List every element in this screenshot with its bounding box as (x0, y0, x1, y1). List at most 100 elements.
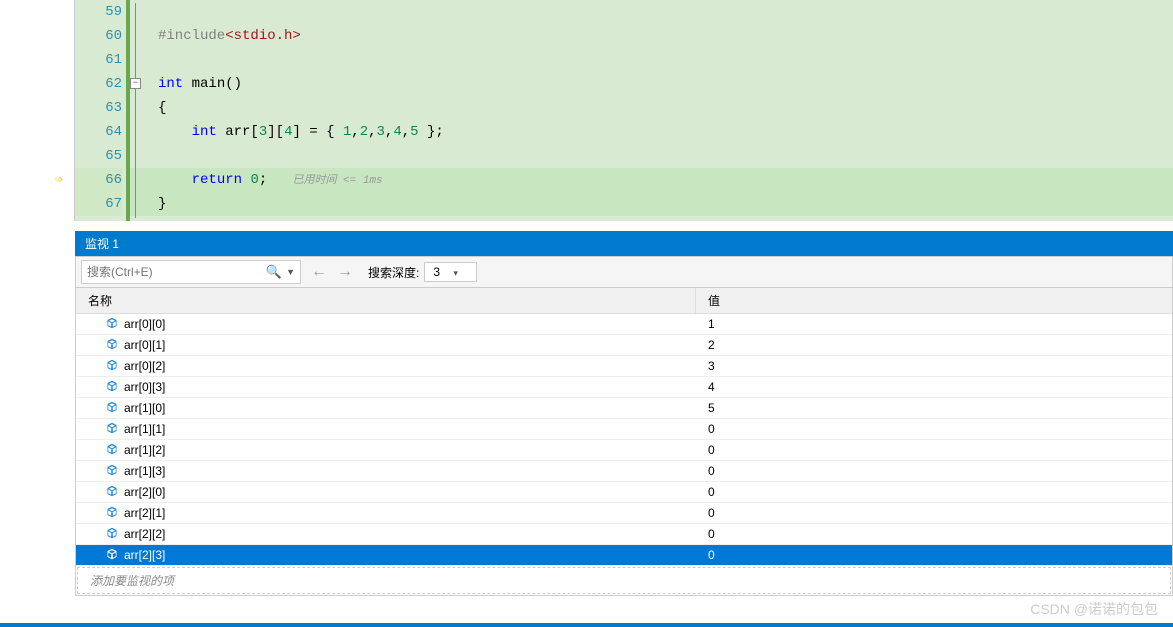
search-input[interactable] (87, 265, 266, 279)
table-row[interactable]: arr[2][2] 0 (76, 524, 1172, 545)
table-row[interactable]: arr[0][0] 1 (76, 314, 1172, 335)
watch-table: 名称 值 arr[0][0] 1 arr[0][1] 2 arr[0][2] 3… (75, 288, 1173, 596)
watch-expression: arr[2][2] (124, 527, 165, 541)
watch-value-cell[interactable]: 0 (696, 548, 1172, 562)
line-number: 62 (75, 72, 122, 96)
watch-expression: arr[1][1] (124, 422, 165, 436)
table-row[interactable]: arr[0][1] 2 (76, 335, 1172, 356)
watch-expression: arr[1][0] (124, 401, 165, 415)
cube-icon (106, 422, 124, 437)
column-name-header[interactable]: 名称 (76, 288, 696, 313)
table-row[interactable]: arr[0][2] 3 (76, 356, 1172, 377)
watch-name-cell[interactable]: arr[1][0] (76, 401, 696, 416)
cube-icon (106, 380, 124, 395)
code-line[interactable]: int arr[3][4] = { 1,2,3,4,5 }; (130, 120, 1173, 144)
watch-name-cell[interactable]: arr[2][2] (76, 527, 696, 542)
bottom-border (0, 623, 1173, 627)
line-gutter: ➩ 596061626364656667 (75, 0, 130, 221)
line-number: 61 (75, 48, 122, 72)
cube-icon (106, 338, 124, 353)
code-content[interactable]: − #include<stdio.h> int main(){ int arr[3… (130, 0, 1173, 221)
line-number: 66 (75, 168, 122, 192)
watch-value-cell[interactable]: 0 (696, 506, 1172, 520)
search-box[interactable]: 🔍 ▼ (81, 260, 301, 284)
table-row[interactable]: arr[1][1] 0 (76, 419, 1172, 440)
watch-expression: arr[0][1] (124, 338, 165, 352)
code-line[interactable] (130, 0, 1173, 24)
watch-name-cell[interactable]: arr[2][3] (76, 548, 696, 563)
watch-name-cell[interactable]: arr[1][3] (76, 464, 696, 479)
table-row[interactable]: arr[2][0] 0 (76, 482, 1172, 503)
execution-pointer-icon: ➩ (55, 172, 63, 189)
chevron-down-icon: ▾ (453, 268, 458, 278)
table-row[interactable]: arr[2][1] 0 (76, 503, 1172, 524)
watch-expression: arr[1][2] (124, 443, 165, 457)
cube-icon (106, 317, 124, 332)
depth-select[interactable]: 3 ▾ (424, 262, 477, 282)
watch-name-cell[interactable]: arr[1][2] (76, 443, 696, 458)
watch-value-cell[interactable]: 0 (696, 422, 1172, 436)
watch-value-cell[interactable]: 0 (696, 464, 1172, 478)
watch-expression: arr[0][3] (124, 380, 165, 394)
line-number: 63 (75, 96, 122, 120)
watch-expression: arr[2][3] (124, 548, 165, 562)
watermark: CSDN @诺诺的包包 (1030, 599, 1158, 619)
line-number: 64 (75, 120, 122, 144)
table-row[interactable]: arr[1][2] 0 (76, 440, 1172, 461)
nav-back-icon[interactable]: ← (311, 263, 327, 281)
search-icon[interactable]: 🔍 (266, 264, 282, 280)
watch-value-cell[interactable]: 3 (696, 359, 1172, 373)
watch-value-cell[interactable]: 1 (696, 317, 1172, 331)
cube-icon (106, 401, 124, 416)
cube-icon (106, 443, 124, 458)
watch-expression: arr[1][3] (124, 464, 165, 478)
code-line[interactable]: #include<stdio.h> (130, 24, 1173, 48)
table-header: 名称 值 (76, 288, 1172, 314)
watch-expression: arr[2][1] (124, 506, 165, 520)
fold-toggle-icon[interactable]: − (130, 78, 141, 89)
search-dropdown-icon[interactable]: ▼ (286, 267, 295, 277)
fold-outline: − (130, 0, 148, 221)
watch-toolbar: 🔍 ▼ ← → 搜索深度: 3 ▾ (75, 256, 1173, 288)
watch-name-cell[interactable]: arr[0][3] (76, 380, 696, 395)
code-line[interactable]: { (130, 96, 1173, 120)
watch-name-cell[interactable]: arr[2][0] (76, 485, 696, 500)
line-number: 67 (75, 192, 122, 216)
watch-value-cell[interactable]: 2 (696, 338, 1172, 352)
depth-label: 搜索深度: (368, 264, 419, 281)
table-row[interactable]: arr[0][3] 4 (76, 377, 1172, 398)
code-line[interactable]: return 0; 已用时间 <= 1ms (130, 168, 1173, 192)
watch-expression: arr[2][0] (124, 485, 165, 499)
watch-name-cell[interactable]: arr[0][1] (76, 338, 696, 353)
column-value-header[interactable]: 值 (696, 288, 1172, 313)
table-row[interactable]: arr[1][0] 5 (76, 398, 1172, 419)
line-number: 59 (75, 0, 122, 24)
code-line[interactable] (130, 48, 1173, 72)
watch-name-cell[interactable]: arr[2][1] (76, 506, 696, 521)
watch-value-cell[interactable]: 0 (696, 443, 1172, 457)
line-number: 60 (75, 24, 122, 48)
watch-panel-title: 监视 1 (75, 231, 1173, 256)
cube-icon (106, 548, 124, 563)
code-line[interactable]: } (130, 192, 1173, 216)
watch-value-cell[interactable]: 4 (696, 380, 1172, 394)
watch-expression: arr[0][0] (124, 317, 165, 331)
editor-margin (0, 0, 75, 221)
line-number: 65 (75, 144, 122, 168)
watch-value-cell[interactable]: 0 (696, 485, 1172, 499)
watch-value-cell[interactable]: 0 (696, 527, 1172, 541)
watch-name-cell[interactable]: arr[0][2] (76, 359, 696, 374)
add-watch-item[interactable]: 添加要监视的项 (77, 567, 1171, 594)
watch-name-cell[interactable]: arr[1][1] (76, 422, 696, 437)
watch-expression: arr[0][2] (124, 359, 165, 373)
cube-icon (106, 485, 124, 500)
code-line[interactable] (130, 144, 1173, 168)
nav-forward-icon[interactable]: → (337, 263, 353, 281)
code-editor[interactable]: ➩ 596061626364656667 − #include<stdio.h>… (0, 0, 1173, 221)
watch-value-cell[interactable]: 5 (696, 401, 1172, 415)
table-row[interactable]: arr[2][3] 0 (76, 545, 1172, 566)
watch-name-cell[interactable]: arr[0][0] (76, 317, 696, 332)
code-line[interactable]: int main() (130, 72, 1173, 96)
table-row[interactable]: arr[1][3] 0 (76, 461, 1172, 482)
cube-icon (106, 506, 124, 521)
